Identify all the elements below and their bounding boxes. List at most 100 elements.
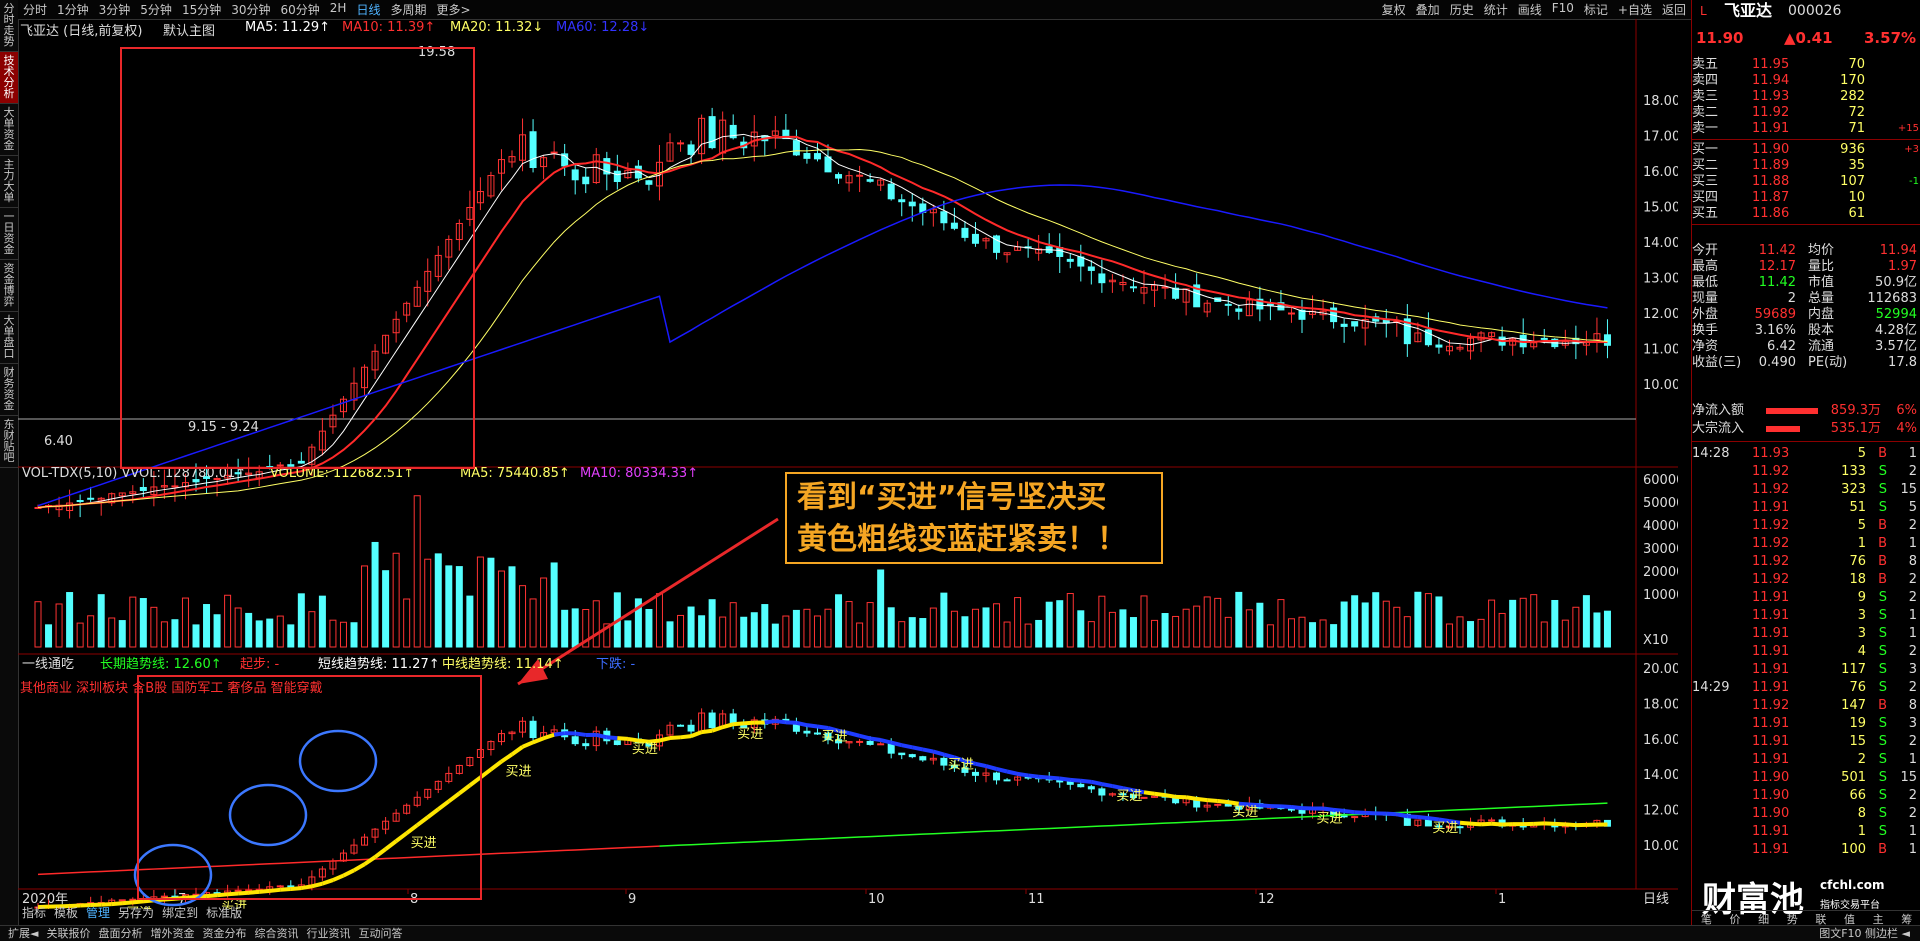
tick-row: 11.9151S5 bbox=[1692, 500, 1920, 516]
tick-time: 14:29 bbox=[1692, 680, 1729, 696]
footer-tab-3[interactable]: 增外资金 bbox=[150, 927, 194, 940]
period-tab-5[interactable]: 30分钟 bbox=[231, 1, 270, 18]
indicator-tab-3[interactable]: 另存为 bbox=[118, 904, 154, 921]
footer-tab-4[interactable]: 资金分布 bbox=[202, 927, 246, 940]
volume-bar bbox=[1204, 597, 1210, 647]
volume-bar bbox=[899, 622, 905, 647]
period-tab-4[interactable]: 15分钟 bbox=[182, 1, 221, 18]
period-tab-6[interactable]: 60分钟 bbox=[281, 1, 320, 18]
candle-body bbox=[688, 145, 694, 154]
trend-line-segment bbox=[1323, 808, 1334, 809]
left-tab-8[interactable]: 东财贴吧 bbox=[0, 416, 18, 468]
volume-bar bbox=[151, 607, 157, 647]
tick-count: 8 bbox=[1909, 554, 1917, 570]
ma60-label: MA60: 12.28↓ bbox=[556, 20, 649, 35]
tick-price: 11.91 bbox=[1752, 590, 1789, 606]
indicator-tab-2[interactable]: 管理 bbox=[86, 904, 110, 921]
period-tab-2[interactable]: 3分钟 bbox=[99, 1, 131, 18]
volume-bar bbox=[1109, 612, 1115, 647]
buy-signal-label: 买进 bbox=[821, 729, 847, 744]
volume-bar bbox=[267, 619, 273, 647]
left-tab-3[interactable]: 主力大单 bbox=[0, 156, 18, 208]
panel-tab-5[interactable]: 值 bbox=[1844, 911, 1855, 926]
toolbar-btn-4[interactable]: 画线 bbox=[1518, 1, 1542, 18]
indicator-name[interactable]: 默认主图 bbox=[163, 20, 215, 39]
left-tab-2[interactable]: 大单资金 bbox=[0, 104, 18, 156]
panel-tab-2[interactable]: 细 bbox=[1758, 911, 1769, 926]
tick-volume: 19 bbox=[1849, 716, 1866, 732]
period-tab-8[interactable]: 日线 bbox=[356, 1, 380, 18]
left-tab-4[interactable]: 一日资金 bbox=[0, 208, 18, 260]
volume-bar bbox=[172, 620, 178, 647]
toolbar-btn-1[interactable]: 叠加 bbox=[1416, 1, 1440, 18]
period-tab-0[interactable]: 分时 bbox=[23, 1, 47, 18]
flow-bar bbox=[1766, 408, 1818, 414]
period-tab-3[interactable]: 5分钟 bbox=[140, 1, 172, 18]
indicator-tab-5[interactable]: 标准版 bbox=[206, 904, 242, 921]
panel-tab-1[interactable]: 价 bbox=[1729, 911, 1740, 926]
period-tab-9[interactable]: 多周期 bbox=[390, 1, 426, 18]
panel-tab-0[interactable]: 笔 bbox=[1701, 911, 1712, 926]
toolbar-btn-7[interactable]: +自选 bbox=[1618, 1, 1652, 18]
footer-tab-6[interactable]: 行业资讯 bbox=[306, 927, 350, 940]
tick-row: 11.908S2 bbox=[1692, 806, 1920, 822]
left-tab-1[interactable]: 技术分析 bbox=[0, 52, 18, 104]
volume-bar bbox=[1299, 617, 1305, 647]
tick-row: 11.919S2 bbox=[1692, 590, 1920, 606]
toolbar-btn-3[interactable]: 统计 bbox=[1484, 1, 1508, 18]
period-tab-7[interactable]: 2H bbox=[330, 1, 347, 18]
trend-line-segment bbox=[491, 761, 502, 769]
candle-body bbox=[1267, 304, 1273, 305]
left-tab-0[interactable]: 分时走势 bbox=[0, 0, 18, 52]
period-tab-10[interactable]: 更多> bbox=[436, 1, 470, 18]
trend-line-segment bbox=[1365, 813, 1376, 814]
flow-label: 大宗流入 bbox=[1692, 421, 1744, 437]
ma5-label: MA5: 11.29↑ bbox=[245, 20, 330, 35]
tick-volume: 15 bbox=[1849, 734, 1866, 750]
volume-bar bbox=[793, 610, 799, 647]
left-tab-5[interactable]: 资金博弈 bbox=[0, 260, 18, 312]
panel-tab-6[interactable]: 主 bbox=[1873, 911, 1884, 926]
footer-tab-2[interactable]: 盘面分析 bbox=[98, 927, 142, 940]
volume-bar bbox=[130, 597, 136, 647]
footer-tab-7[interactable]: 互动问答 bbox=[358, 927, 402, 940]
indicator-tab-4[interactable]: 绑定到 bbox=[162, 904, 198, 921]
trend-line-segment bbox=[1018, 774, 1029, 776]
period-tab-1[interactable]: 1分钟 bbox=[57, 1, 89, 18]
left-tab-6[interactable]: 大单盘口 bbox=[0, 312, 18, 364]
stat-value-2: 112683 bbox=[1867, 291, 1917, 307]
toolbar-btn-8[interactable]: 返回 bbox=[1662, 1, 1686, 18]
panel-tab-4[interactable]: 联 bbox=[1815, 911, 1826, 926]
stat-value: 11.42 bbox=[1759, 275, 1796, 291]
toolbar-btn-0[interactable]: 复权 bbox=[1382, 1, 1406, 18]
panel-tab-7[interactable]: 筹 bbox=[1901, 911, 1912, 926]
trend-line-segment bbox=[1165, 795, 1176, 797]
volume-bar bbox=[362, 566, 368, 647]
signal-axis-tick: 14.00 bbox=[1643, 768, 1678, 783]
footer-tab-5[interactable]: 综合资讯 bbox=[254, 927, 298, 940]
buy-signal-label: 买进 bbox=[1232, 805, 1258, 820]
tick-row: 11.92133S2 bbox=[1692, 464, 1920, 480]
footer-tab-1[interactable]: 关联报价 bbox=[46, 927, 90, 940]
panel-tab-3[interactable]: 势 bbox=[1787, 911, 1798, 926]
volume-bar bbox=[351, 623, 357, 647]
book-row: 买五11.8661 bbox=[1692, 206, 1920, 222]
toolbar-btn-2[interactable]: 历史 bbox=[1450, 1, 1474, 18]
footer-right[interactable]: 图文F10 侧边栏 ◄ bbox=[1819, 926, 1910, 941]
stat-row: 收益(三)0.490PE(动)17.8 bbox=[1692, 355, 1920, 371]
indicator-tab-0[interactable]: 指标 bbox=[22, 904, 46, 921]
toolbar-btn-6[interactable]: 标记 bbox=[1584, 1, 1608, 18]
tick-volume: 18 bbox=[1849, 572, 1866, 588]
tick-price: 11.90 bbox=[1752, 770, 1789, 786]
trend-line-segment bbox=[1039, 777, 1050, 778]
stat-label: 外盘 bbox=[1692, 307, 1718, 323]
indicator-tab-1[interactable]: 模板 bbox=[54, 904, 78, 921]
candle-body bbox=[951, 223, 957, 228]
left-tab-7[interactable]: 财务资金 bbox=[0, 364, 18, 416]
volume-bar bbox=[520, 586, 526, 647]
tick-price: 11.91 bbox=[1752, 824, 1789, 840]
toolbar-btn-5[interactable]: F10 bbox=[1552, 1, 1574, 18]
tick-row: 11.912S1 bbox=[1692, 752, 1920, 768]
footer-tab-0[interactable]: 扩展◄ bbox=[8, 927, 38, 940]
book-price: 11.86 bbox=[1752, 206, 1789, 222]
